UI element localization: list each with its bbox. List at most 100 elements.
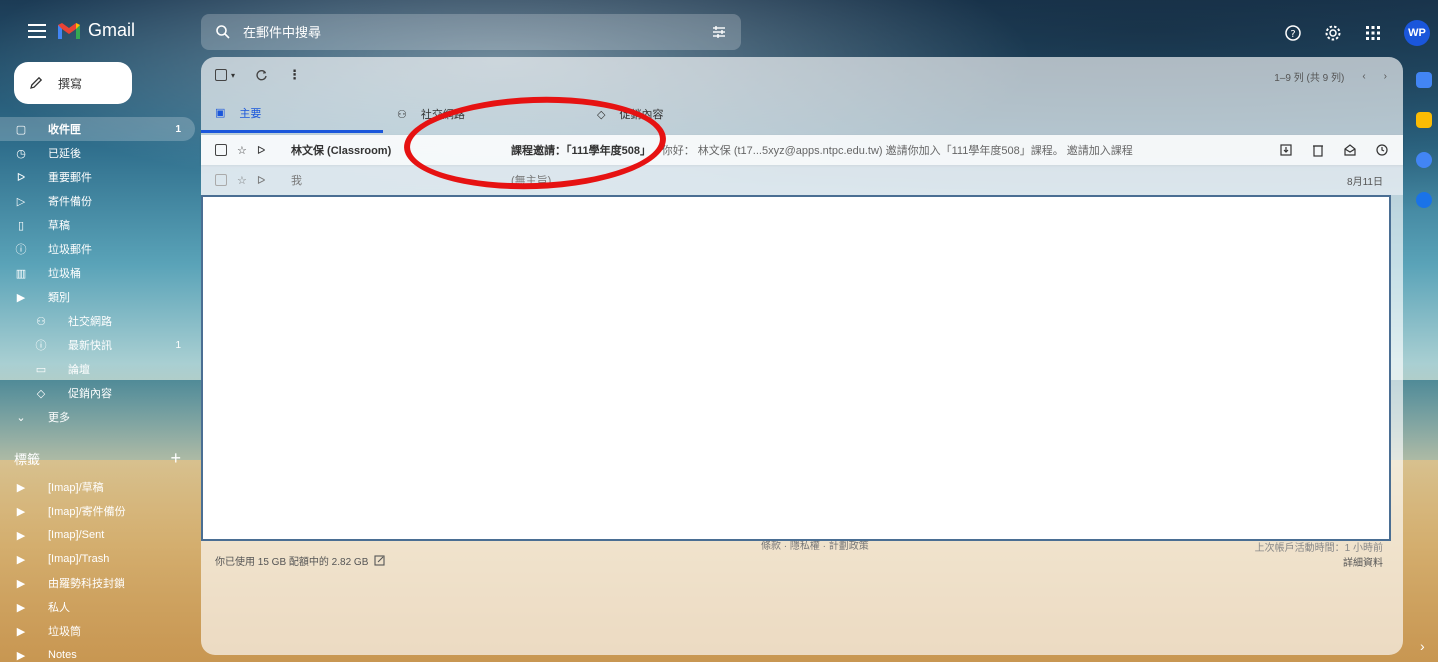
star-icon[interactable]: ☆ — [237, 144, 247, 157]
tasks-icon[interactable] — [1416, 152, 1432, 168]
external-link-icon[interactable] — [374, 555, 385, 566]
label-item[interactable]: ▶ [Imap]/Sent — [0, 523, 195, 547]
people-icon: ⚇ — [36, 315, 46, 328]
sidebar-item-label: 最新快訊 — [68, 340, 112, 352]
help-icon[interactable]: ? — [1284, 24, 1302, 42]
sidebar-item-7[interactable]: ▶ 類別 — [0, 285, 195, 309]
tab-0[interactable]: ▣ 主要 — [201, 95, 383, 133]
row-checkbox[interactable] — [215, 174, 227, 186]
clock-icon: ◷ — [16, 147, 26, 160]
details-link[interactable]: 詳細資料 — [1255, 554, 1383, 569]
email-row[interactable]: ☆ ᐅ 林文保 (Classroom) 課程邀請：「111學年度508」 - 你… — [201, 135, 1403, 165]
side-panel-strip: › — [1410, 60, 1438, 662]
mark-read-icon[interactable] — [1343, 143, 1357, 157]
label-item[interactable]: ▶ [Imap]/寄件備份 — [0, 499, 195, 523]
label-item[interactable]: ▶ Notes — [0, 643, 195, 662]
contacts-icon[interactable] — [1416, 192, 1432, 208]
sidebar-item-4[interactable]: ▯ 草稿 — [0, 213, 195, 237]
star-icon[interactable]: ☆ — [237, 174, 247, 187]
select-all-checkbox[interactable]: ▾ — [215, 69, 235, 81]
search-input[interactable] — [243, 24, 711, 40]
refresh-icon[interactable] — [255, 69, 268, 82]
tag-icon: ◇ — [36, 387, 46, 400]
compose-label: 撰寫 — [58, 76, 83, 91]
compose-button[interactable]: 撰寫 — [14, 62, 132, 104]
pager-count: 1–9 列 (共 9 列) — [1274, 73, 1345, 84]
sidebar-nav: ▢ 收件匣 1 ◷ 已延後 ᐅ 重要郵件 ▷ 寄件備份 ▯ 草稿 ⓘ 垃圾郵件 ▥ 垃圾桶 ▶ 類別 ⚇ 社交網路 ⓘ… — [0, 117, 195, 429]
label-icon: ▶ — [16, 529, 26, 542]
label-name: [Imap]/草稿 — [48, 482, 104, 494]
sidebar-item-label: 促銷內容 — [68, 388, 112, 400]
sidebar-item-label: 更多 — [48, 412, 70, 424]
settings-gear-icon[interactable] — [1324, 24, 1342, 42]
gmail-logo[interactable]: Gmail — [56, 20, 135, 41]
label-icon: ▶ — [16, 625, 26, 638]
label-item[interactable]: ▶ 私人 — [0, 595, 195, 619]
tab-label: 主要 — [239, 107, 262, 120]
label-item[interactable]: ▶ [Imap]/草稿 — [0, 475, 195, 499]
search-options-icon[interactable] — [711, 24, 727, 40]
keep-icon[interactable] — [1416, 112, 1432, 128]
sidebar-item-12[interactable]: ⌄ 更多 — [0, 405, 195, 429]
checkbox-square — [215, 69, 227, 81]
sidebar-item-9[interactable]: ⓘ 最新快訊 1 — [0, 333, 195, 357]
add-label-button[interactable]: + — [170, 448, 181, 469]
sidebar-item-3[interactable]: ▷ 寄件備份 — [0, 189, 195, 213]
apps-grid-icon[interactable] — [1364, 24, 1382, 42]
label-icon: ▶ — [16, 649, 26, 662]
mail-toolbar: ▾ ⋮ — [215, 67, 301, 83]
account-avatar[interactable]: WP — [1404, 20, 1430, 46]
more-options-icon[interactable]: ⋮ — [288, 67, 301, 83]
sidebar-item-0[interactable]: ▢ 收件匣 1 — [0, 117, 195, 141]
svg-text:?: ? — [1290, 29, 1295, 40]
label-item[interactable]: ▶ 由羅勢科技封鎖 — [0, 571, 195, 595]
sidebar-item-label: 重要郵件 — [48, 172, 92, 184]
storage-usage: 你已使用 15 GB 配額中的 2.82 GB — [215, 553, 385, 568]
sidebar-item-11[interactable]: ◇ 促銷內容 — [0, 381, 195, 405]
archive-icon[interactable] — [1279, 143, 1293, 157]
account-activity: 上次帳戶活動時間：1 小時前 詳細資料 — [1255, 543, 1383, 569]
delete-icon[interactable] — [1311, 143, 1325, 157]
search-icon[interactable] — [215, 24, 231, 40]
send-icon: ▷ — [16, 195, 26, 208]
prev-page-icon[interactable]: ‹ — [1362, 71, 1365, 82]
inbox-icon: ▢ — [15, 123, 27, 136]
sidebar-item-5[interactable]: ⓘ 垃圾郵件 — [0, 237, 195, 261]
search-bar[interactable] — [201, 14, 741, 50]
people-icon: ⚇ — [397, 108, 407, 121]
important-marker-icon[interactable]: ᐅ — [257, 174, 265, 187]
sidebar-item-10[interactable]: ▭ 論壇 — [0, 357, 195, 381]
label-icon: ▶ — [16, 481, 26, 494]
sidebar-item-label: 論壇 — [68, 364, 90, 376]
sidebar-item-8[interactable]: ⚇ 社交網路 — [0, 309, 195, 333]
label-name: [Imap]/Sent — [48, 529, 105, 541]
sidebar-item-label: 收件匣 — [48, 124, 81, 136]
label-icon: ▶ — [16, 505, 26, 518]
row-checkbox[interactable] — [215, 144, 227, 156]
main-menu-icon[interactable] — [28, 24, 46, 38]
spam-icon: ⓘ — [15, 244, 27, 256]
label-item[interactable]: ▶ [Imap]/Trash — [0, 547, 195, 571]
sidebar-item-6[interactable]: ▥ 垃圾桶 — [0, 261, 195, 285]
label-name: 私人 — [48, 602, 70, 614]
sidebar-item-label: 草稿 — [48, 220, 70, 232]
sidebar-item-1[interactable]: ◷ 已延後 — [0, 141, 195, 165]
label-name: [Imap]/寄件備份 — [48, 506, 126, 518]
sidebar-item-2[interactable]: ᐅ 重要郵件 — [0, 165, 195, 189]
email-snippet: - 你好： 林文保 (t17...5xyz@apps.ntpc.edu.tw) … — [655, 145, 1135, 157]
calendar-icon[interactable] — [1416, 72, 1432, 88]
pagination: 1–9 列 (共 9 列) ‹ › — [1274, 69, 1387, 84]
label-item[interactable]: ▶ 垃圾筒 — [0, 619, 195, 643]
top-bar: Gmail ? — [0, 0, 1438, 60]
expand-panel-icon[interactable]: › — [1420, 638, 1425, 654]
next-page-icon[interactable]: › — [1384, 71, 1387, 82]
forum-icon: ▭ — [35, 363, 47, 376]
important-icon: ᐅ — [16, 171, 26, 184]
email-row[interactable]: ☆ ᐅ 我 (無主旨) 8月11日 — [201, 165, 1403, 195]
pencil-icon — [30, 76, 43, 89]
activity-text: 上次帳戶活動時間：1 小時前 — [1254, 543, 1383, 554]
sidebar-item-label: 已延後 — [48, 148, 81, 160]
blank-overlay — [201, 195, 1391, 541]
snooze-clock-icon[interactable] — [1375, 143, 1389, 157]
important-marker-icon[interactable]: ᐅ — [257, 144, 265, 157]
